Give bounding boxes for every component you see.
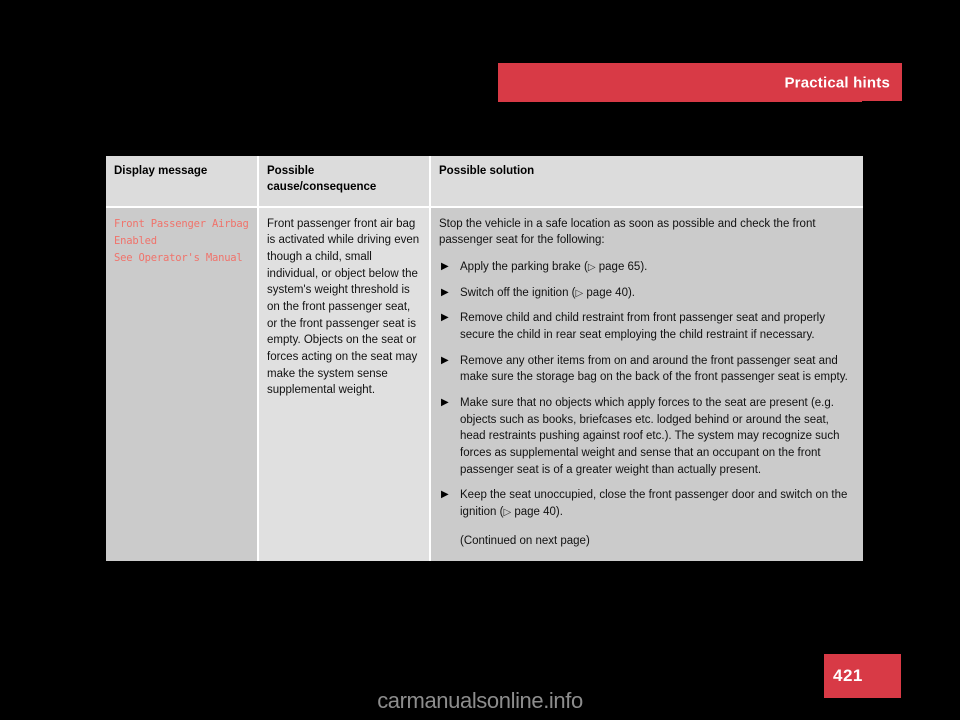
solution-bullet-text: Apply the parking brake (▷ page 65). (460, 261, 648, 274)
solution-bullet-item: ▶ Switch off the ignition (▷ page 40). (439, 285, 855, 302)
solution-bullet-text: Remove any other items from on and aroun… (460, 354, 848, 384)
page-number-label: 421 (833, 666, 863, 685)
page-reference-icon: ▷ (575, 287, 584, 299)
triangle-bullet-icon: ▶ (441, 397, 449, 409)
solution-bullet-text: Switch off the ignition (▷ page 40). (460, 286, 635, 299)
triangle-bullet-icon: ▶ (441, 489, 449, 501)
banner-notch (862, 101, 902, 106)
cell-possible-cause: Front passenger front air bag is activat… (258, 206, 431, 562)
display-message-text: Front Passenger Airbag Enabled See Opera… (114, 217, 249, 264)
solution-bullet-text: Remove child and child restraint from fr… (460, 312, 825, 342)
triangle-bullet-icon: ▶ (441, 312, 449, 324)
cause-text: Front passenger front air bag is activat… (267, 217, 420, 397)
triangle-bullet-icon: ▶ (441, 354, 449, 366)
solution-bullet-text: Make sure that no objects which apply fo… (460, 397, 840, 476)
cell-display-message: Front Passenger Airbag Enabled See Opera… (106, 206, 259, 562)
table-header-row: Display message Possible cause/consequen… (106, 156, 863, 208)
triangle-bullet-icon: ▶ (441, 286, 449, 298)
solution-bullet-item: ▶ Apply the parking brake (▷ page 65). (439, 259, 855, 276)
page-reference-icon: ▷ (503, 507, 512, 519)
table-row: Front Passenger Airbag Enabled See Opera… (106, 206, 863, 562)
page-reference-icon: ▷ (587, 262, 596, 274)
column-header-possible-cause: Possible cause/consequence (258, 156, 431, 208)
column-header-possible-solution: Possible solution (430, 156, 863, 208)
solution-bullet-item: ▶ Remove any other items from on and arou… (439, 353, 855, 386)
solution-bullet-item: ▶ Make sure that no objects which apply f… (439, 395, 855, 478)
solution-bullet-list: ▶ Apply the parking brake (▷ page 65). ▶ Sw… (439, 259, 855, 521)
triangle-bullet-icon: ▶ (441, 261, 449, 273)
cell-possible-solution: Stop the vehicle in a safe location as s… (430, 206, 863, 562)
watermark-text: carmanualsonline.info (377, 688, 583, 713)
solution-bullet-item: ▶ Remove child and child restraint from f… (439, 310, 855, 343)
section-banner: Practical hints (498, 63, 902, 106)
solution-intro-text: Stop the vehicle in a safe location as s… (439, 217, 816, 247)
manual-table: Display message Possible cause/consequen… (106, 156, 863, 562)
section-banner-title: Practical hints (784, 74, 890, 91)
solution-bullet-text: Keep the seat unoccupied, close the fron… (460, 489, 848, 519)
continued-note: (Continued on next page) (460, 534, 590, 547)
column-header-display-message: Display message (106, 156, 259, 208)
solution-bullet-item: ▶ Keep the seat unoccupied, close the fro… (439, 487, 855, 520)
